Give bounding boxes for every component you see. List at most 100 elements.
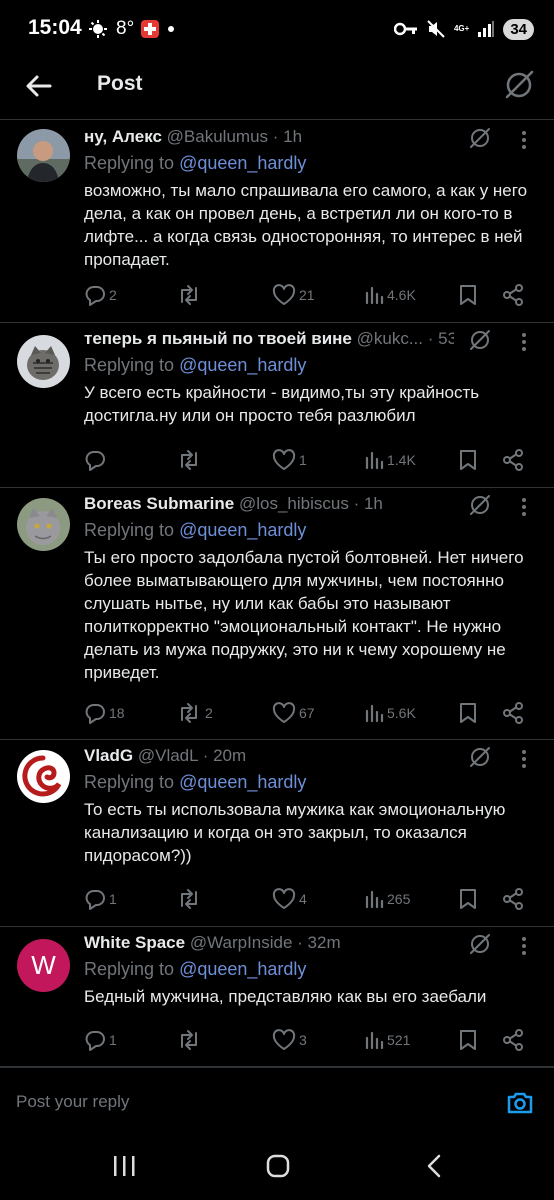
author-name[interactable]: теперь я пьяный по твоей вине <box>84 329 352 348</box>
author-handle[interactable]: @kukc... <box>357 329 423 348</box>
mention-link[interactable]: @queen_hardly <box>179 355 306 375</box>
repost-button[interactable] <box>176 1026 205 1054</box>
post-header: White Space @WarpInside · 32m <box>84 933 454 959</box>
grok-icon[interactable] <box>502 68 536 102</box>
post-header: Boreas Submarine @los_hibiscus · 1h <box>84 494 454 520</box>
reply-post[interactable]: теперь я пьяный по твоей вине @kukc... ·… <box>0 323 554 488</box>
reply-post[interactable]: W White Space @WarpInside · 32m Replying… <box>0 927 554 1067</box>
dot-icon <box>168 26 175 32</box>
like-button[interactable]: 3 <box>272 1026 307 1054</box>
author-name[interactable]: Boreas Submarine <box>84 494 234 513</box>
reply-icon <box>84 449 106 471</box>
battery-icon: 34 <box>503 18 534 40</box>
author-name[interactable]: ну, Алекс <box>84 127 162 146</box>
author-handle[interactable]: @Bakulumus <box>167 127 268 146</box>
post-actions: 2 21 4.6K <box>84 281 534 309</box>
more-icon[interactable] <box>516 332 532 352</box>
mention-link[interactable]: @queen_hardly <box>179 959 306 979</box>
reply-post[interactable]: ну, Алекс @Bakulumus · 1h Replying to @q… <box>0 121 554 323</box>
like-button[interactable]: 4 <box>272 885 307 913</box>
share-icon <box>502 702 524 724</box>
replying-to: Replying to @queen_hardly <box>84 355 306 376</box>
author-handle[interactable]: @los_hibiscus <box>239 494 349 513</box>
grok-icon[interactable] <box>468 932 492 956</box>
reply-post[interactable]: VladG @VladL · 20m Replying to @queen_ha… <box>0 740 554 927</box>
key-icon <box>393 22 417 36</box>
post-header: теперь я пьяный по твоей вине @kukc... ·… <box>84 329 454 355</box>
post-actions: 1 4 265 <box>84 885 534 913</box>
reply-icon <box>84 284 106 306</box>
bookmark-button[interactable] <box>458 281 478 309</box>
grok-icon[interactable] <box>468 745 492 769</box>
avatar[interactable]: W <box>17 939 70 992</box>
more-icon[interactable] <box>516 936 532 956</box>
signal-icon <box>478 21 495 37</box>
like-button[interactable]: 21 <box>272 281 315 309</box>
bookmark-icon <box>458 702 478 724</box>
avatar[interactable] <box>17 498 70 551</box>
views-count: 5.6K <box>387 705 416 721</box>
views-button[interactable]: 5.6K <box>364 699 416 727</box>
replying-to: Replying to @queen_hardly <box>84 153 306 174</box>
home-icon[interactable] <box>266 1154 290 1178</box>
mention-link[interactable]: @queen_hardly <box>179 520 306 540</box>
author-handle[interactable]: @VladL <box>138 746 198 765</box>
recents-icon[interactable] <box>112 1156 136 1176</box>
reply-post[interactable]: Boreas Submarine @los_hibiscus · 1h Repl… <box>0 488 554 740</box>
reply-input[interactable]: Post your reply <box>16 1092 129 1112</box>
avatar[interactable] <box>17 335 70 388</box>
status-time: 15:04 <box>28 16 82 39</box>
bookmark-icon <box>458 1029 478 1051</box>
arrow-left-icon[interactable] <box>22 70 54 102</box>
views-icon <box>364 703 384 723</box>
more-icon[interactable] <box>516 497 532 517</box>
share-button[interactable] <box>502 281 524 309</box>
views-button[interactable]: 265 <box>364 885 410 913</box>
more-icon[interactable] <box>516 749 532 769</box>
reply-button[interactable]: 18 <box>84 699 125 727</box>
grok-icon[interactable] <box>468 493 492 517</box>
repost-icon <box>176 702 202 724</box>
like-button[interactable]: 67 <box>272 699 315 727</box>
more-icon[interactable] <box>516 130 532 150</box>
author-handle[interactable]: @WarpInside <box>190 933 293 952</box>
reply-button[interactable] <box>84 446 109 474</box>
grok-icon[interactable] <box>468 126 492 150</box>
views-button[interactable]: 521 <box>364 1026 410 1054</box>
share-button[interactable] <box>502 885 524 913</box>
repost-button[interactable] <box>176 885 205 913</box>
views-button[interactable]: 1.4K <box>364 446 416 474</box>
views-count: 1.4K <box>387 452 416 468</box>
bookmark-button[interactable] <box>458 1026 478 1054</box>
replying-to: Replying to @queen_hardly <box>84 772 306 793</box>
bookmark-button[interactable] <box>458 885 478 913</box>
share-button[interactable] <box>502 446 524 474</box>
grok-icon[interactable] <box>468 328 492 352</box>
reply-icon <box>84 702 106 724</box>
camera-icon[interactable] <box>506 1088 534 1116</box>
author-name[interactable]: VladG <box>84 746 133 765</box>
back-icon[interactable] <box>424 1154 444 1178</box>
reply-button[interactable]: 1 <box>84 885 117 913</box>
mention-link[interactable]: @queen_hardly <box>179 772 306 792</box>
avatar[interactable] <box>17 750 70 803</box>
reply-button[interactable]: 1 <box>84 1026 117 1054</box>
share-button[interactable] <box>502 1026 524 1054</box>
replying-prefix: Replying to <box>84 153 180 173</box>
repost-button[interactable] <box>176 446 205 474</box>
bookmark-icon <box>458 888 478 910</box>
bookmark-button[interactable] <box>458 446 478 474</box>
avatar[interactable] <box>17 129 70 182</box>
author-name[interactable]: White Space <box>84 933 185 952</box>
repost-button[interactable] <box>176 281 205 309</box>
mention-link[interactable]: @queen_hardly <box>179 153 306 173</box>
bookmark-button[interactable] <box>458 699 478 727</box>
like-button[interactable]: 1 <box>272 446 307 474</box>
heart-icon <box>272 449 296 471</box>
reply-button[interactable]: 2 <box>84 281 117 309</box>
bookmark-icon <box>458 449 478 471</box>
share-icon <box>502 449 524 471</box>
share-button[interactable] <box>502 699 524 727</box>
views-button[interactable]: 4.6K <box>364 281 416 309</box>
repost-button[interactable]: 2 <box>176 699 213 727</box>
